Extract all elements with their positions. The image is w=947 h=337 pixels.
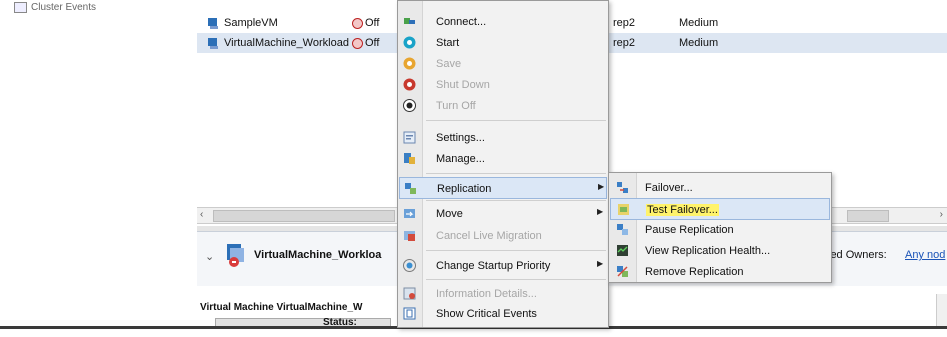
submenu-arrow-icon: ▶ [598, 182, 605, 191]
vm-icon [208, 38, 218, 49]
menu-item-label: Save [436, 58, 462, 70]
menu-item-label: Shut Down [436, 79, 490, 91]
menu-item-start[interactable]: Start [399, 32, 607, 54]
menu-item-replication[interactable]: Replication ▶ [399, 177, 607, 199]
tree-item-cluster-events[interactable]: Cluster Events [14, 0, 96, 14]
vm-replica-col: rep2 [613, 17, 636, 29]
connect-icon [404, 18, 415, 24]
menu-item-label: Manage... [436, 153, 485, 165]
menu-item-move[interactable]: Move ▶ [399, 203, 607, 225]
vm-off-status-icon [352, 17, 363, 29]
submenu-arrow-icon: ▶ [597, 207, 604, 216]
menu-item-label: Replication [437, 183, 492, 195]
vm-context-menu: Connect... Start Save Shut Down Turn Off… [397, 0, 609, 328]
vertical-scrollbar[interactable] [936, 294, 947, 326]
menu-item-label: Connect... [436, 16, 487, 28]
pause-replication-icon [617, 224, 628, 235]
scroll-right-icon[interactable]: › [940, 209, 943, 220]
menu-item-turn-off[interactable]: Turn Off [399, 95, 607, 117]
replication-submenu: Failover... Test Failover... Pause Repli… [608, 172, 832, 283]
menu-item-label: Change Startup Priority [436, 260, 551, 272]
replication-icon [405, 183, 416, 194]
collapse-chevron-icon[interactable]: ⌄ [205, 250, 214, 263]
vm-icon [208, 18, 218, 29]
menu-item-label: Start [436, 37, 460, 49]
menu-separator [426, 250, 606, 251]
vm-off-status-icon [352, 37, 363, 49]
menu-separator [426, 200, 606, 201]
remove-replication-icon [617, 266, 628, 277]
submenu-arrow-icon: ▶ [597, 259, 604, 268]
vm-status: Off [365, 37, 380, 49]
menu-item-information-details[interactable]: Information Details... [399, 283, 607, 305]
info-details-icon [403, 287, 416, 300]
submenu-item-label: View Replication Health... [645, 245, 771, 257]
start-icon [403, 36, 416, 49]
shutdown-icon [403, 78, 416, 91]
vm-status: Off [365, 17, 380, 29]
submenu-item-view-replication-health[interactable]: View Replication Health... [610, 240, 830, 262]
menu-item-label: Cancel Live Migration [436, 230, 542, 242]
vm-name: VirtualMachine_Workload [224, 37, 349, 49]
menu-item-manage[interactable]: Manage... [399, 148, 607, 170]
menu-item-label: Move [436, 208, 463, 220]
events-icon [14, 1, 27, 13]
submenu-item-label: Pause Replication [645, 224, 734, 236]
test-failover-icon [618, 204, 629, 215]
menu-item-connect[interactable]: Connect... [399, 11, 607, 33]
submenu-item-failover[interactable]: Failover... [610, 177, 830, 199]
turnoff-icon [403, 99, 416, 112]
menu-item-label: Turn Off [436, 100, 476, 112]
scroll-thumb[interactable] [213, 210, 395, 222]
replication-health-icon [617, 245, 628, 256]
settings-icon [403, 131, 416, 144]
startup-priority-icon [403, 259, 416, 272]
detail-vm-name: VirtualMachine_Workloa [254, 249, 382, 261]
vm-large-icon [227, 244, 244, 267]
vm-priority: Medium [679, 37, 719, 49]
scroll-thumb-right [847, 210, 889, 222]
manage-icon [404, 153, 415, 164]
vm-replica-col: rep2 [613, 37, 636, 49]
submenu-item-remove-replication[interactable]: Remove Replication [610, 261, 830, 283]
failover-icon [617, 182, 628, 193]
critical-events-icon [403, 307, 416, 320]
submenu-item-label: Failover... [645, 182, 693, 194]
menu-separator [426, 173, 606, 174]
cancel-migration-icon [404, 231, 415, 241]
menu-item-shut-down[interactable]: Shut Down [399, 74, 607, 96]
submenu-item-label: Remove Replication [645, 266, 744, 278]
menu-separator [426, 120, 606, 121]
menu-item-change-startup-priority[interactable]: Change Startup Priority ▶ [399, 255, 607, 277]
scroll-left-icon[interactable]: ‹ [200, 209, 203, 220]
menu-item-settings[interactable]: Settings... [399, 127, 607, 149]
menu-item-label: Settings... [436, 132, 485, 144]
menu-item-show-critical-events[interactable]: Show Critical Events [399, 303, 607, 325]
preferred-owners-link[interactable]: Any nod [905, 249, 945, 261]
menu-item-cancel-live-migration[interactable]: Cancel Live Migration [399, 225, 607, 247]
detail-section-title: Virtual Machine VirtualMachine_W [200, 302, 363, 313]
menu-separator [426, 279, 606, 280]
vm-name: SampleVM [224, 17, 278, 29]
tree-item-label: Cluster Events [31, 1, 97, 13]
menu-item-label: Show Critical Events [436, 308, 537, 320]
move-icon [404, 209, 415, 218]
submenu-item-pause-replication[interactable]: Pause Replication [610, 219, 830, 241]
menu-item-save[interactable]: Save [399, 53, 607, 75]
submenu-item-test-failover[interactable]: Test Failover... [610, 198, 830, 220]
save-icon [403, 57, 416, 70]
vm-priority: Medium [679, 17, 719, 29]
submenu-item-label: Test Failover... [646, 204, 719, 216]
menu-item-label: Information Details... [436, 288, 537, 300]
